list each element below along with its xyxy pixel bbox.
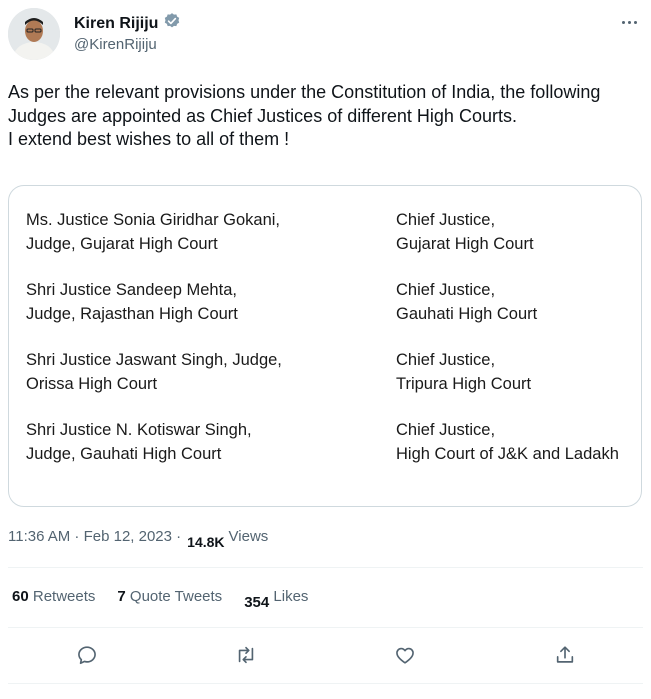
appointed-post: Chief Justice, Tripura High Court [396,351,532,393]
divider [8,567,643,568]
retweets-stat[interactable]: 60 Retweets [12,588,95,605]
tweet-text-line: I extend best wishes to all of them ! [8,129,290,149]
timestamp[interactable]: 11:36 AM · Feb 12, 2023 · [8,528,181,545]
judge-name: Ms. Justice Sonia Giridhar Gokani, Judge,… [26,211,281,253]
judge-name: Shri Justice Sandeep Mehta, Judge, Rajast… [26,281,238,323]
likes-stat[interactable]: 354 Likes [244,588,308,611]
tweet-text-line: As per the relevant provisions under the… [8,82,601,126]
tweet-image-card[interactable]: Ms. Justice Sonia Giridhar Gokani, Judge,… [8,185,642,507]
tweet-meta: 11:36 AM · Feb 12, 2023 · 14.8K Views [8,528,269,550]
appointed-post: Chief Justice, High Court of J&K and Lada… [396,421,619,463]
appointed-post: Chief Justice, Gauhati High Court [396,281,538,323]
tweet-text: As per the relevant provisions under the… [8,81,638,152]
author-handle[interactable]: @KirenRijiju [74,36,157,53]
views-label: Views [228,528,269,545]
appointed-post: Chief Justice, Gujarat High Court [396,211,534,253]
judge-name: Shri Justice N. Kotiswar Singh, Judge, Ga… [26,421,252,463]
share-icon[interactable] [550,640,580,670]
divider [8,627,643,628]
judge-name: Shri Justice Jaswant Singh, Judge, Orissa… [26,351,282,393]
tweet-stats: 60 Retweets 7 Quote Tweets 354 Likes [12,588,308,611]
avatar[interactable] [8,8,60,60]
reply-icon[interactable] [72,640,102,670]
author-name[interactable]: Kiren Rijiju [74,15,158,33]
quote-tweets-stat[interactable]: 7 Quote Tweets [117,588,222,605]
divider [8,683,643,684]
verified-badge-icon [163,12,181,35]
retweet-icon[interactable] [231,640,261,670]
like-icon[interactable] [390,640,420,670]
more-icon[interactable] [617,14,641,30]
views-count: 14.8K [187,534,225,550]
action-bar [8,640,643,670]
